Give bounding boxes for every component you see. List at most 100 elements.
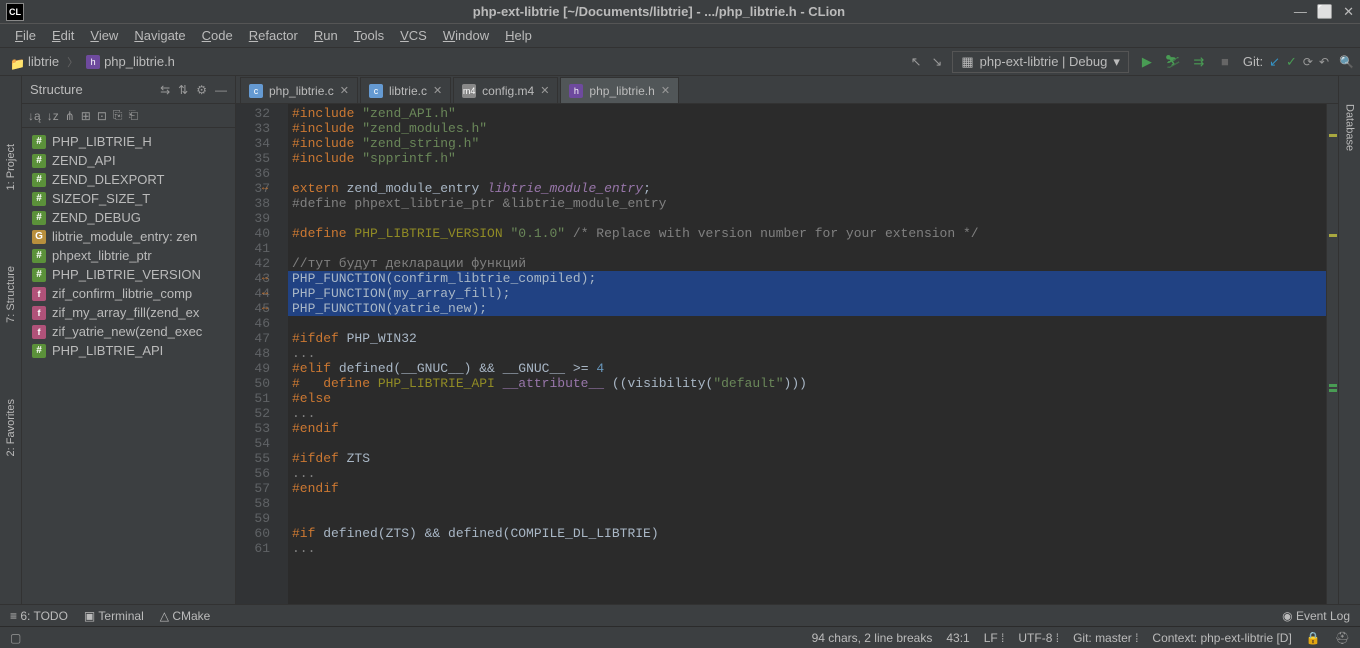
- side-tab-database[interactable]: Database: [1342, 96, 1358, 159]
- tree-item[interactable]: fzif_my_array_fill(zend_ex: [22, 303, 235, 322]
- tree-item[interactable]: #ZEND_DLEXPORT: [22, 170, 235, 189]
- change-marker[interactable]: [1329, 389, 1337, 392]
- menu-view[interactable]: View: [83, 26, 125, 45]
- tab-close-icon[interactable]: ✕: [433, 84, 442, 97]
- app-icon: CL: [6, 3, 24, 21]
- cmake-tab[interactable]: △ CMake: [160, 609, 211, 623]
- nav-back-icon[interactable]: ↖: [911, 54, 922, 70]
- sort-icon[interactable]: ↓ą: [28, 109, 41, 123]
- side-tab-structure[interactable]: 7: Structure: [3, 258, 19, 331]
- context[interactable]: Context: php-ext-libtrie [D]: [1152, 631, 1291, 645]
- chevron-down-icon: ▾: [1113, 54, 1120, 70]
- panel-title: Structure: [30, 82, 83, 97]
- menu-refactor[interactable]: Refactor: [242, 26, 305, 45]
- maximize-icon[interactable]: ⬜: [1317, 4, 1333, 20]
- tree-item[interactable]: fzif_confirm_libtrie_comp: [22, 284, 235, 303]
- debug-icon[interactable]: ⛷: [1165, 54, 1181, 70]
- filter-icon[interactable]: ⋔: [65, 109, 75, 123]
- window-title: php-ext-libtrie [~/Documents/libtrie] - …: [24, 4, 1294, 19]
- breadcrumb-folder[interactable]: libtrie: [6, 52, 63, 71]
- symbol-icon: #: [32, 135, 46, 149]
- tree-item[interactable]: #ZEND_API: [22, 151, 235, 170]
- tree-item[interactable]: #PHP_LIBTRIE_API: [22, 341, 235, 360]
- left-tool-strip: 1: Project 7: Structure 2: Favorites: [0, 76, 22, 604]
- run-icon[interactable]: ▶: [1139, 54, 1155, 70]
- file-icon: h: [569, 84, 583, 98]
- filter3-icon[interactable]: ⊡: [97, 109, 107, 123]
- menu-code[interactable]: Code: [195, 26, 240, 45]
- encoding[interactable]: UTF-8 ⁞: [1018, 631, 1059, 645]
- config-label: php-ext-libtrie | Debug: [980, 54, 1108, 69]
- tree-item[interactable]: #PHP_LIBTRIE_VERSION: [22, 265, 235, 284]
- editor-tab[interactable]: hphp_libtrie.h✕: [560, 77, 679, 103]
- filter2-icon[interactable]: ⊞: [81, 109, 91, 123]
- terminal-tab[interactable]: ▣ Terminal: [84, 609, 144, 623]
- line-separator[interactable]: LF ⁞: [984, 631, 1005, 645]
- bottom-tool-bar: ≡ 6: TODO ▣ Terminal △ CMake ◉ Event Log: [0, 604, 1360, 626]
- tab-close-icon[interactable]: ✕: [661, 84, 670, 97]
- editor-tab[interactable]: clibtrie.c✕: [360, 77, 451, 103]
- code-text[interactable]: #include "zend_API.h"#include "zend_modu…: [288, 104, 1326, 604]
- expand-icon[interactable]: ⇅: [178, 83, 188, 97]
- menu-run[interactable]: Run: [307, 26, 345, 45]
- git-update-icon[interactable]: ↙: [1269, 54, 1280, 70]
- hector-icon[interactable]: ⛑: [1335, 631, 1350, 645]
- side-tab-favorites[interactable]: 2: Favorites: [3, 391, 19, 464]
- run-config-selector[interactable]: ▦ php-ext-libtrie | Debug ▾: [952, 51, 1129, 73]
- tree-item[interactable]: #ZEND_DEBUG: [22, 208, 235, 227]
- change-marker[interactable]: [1329, 384, 1337, 387]
- nav-forward-icon[interactable]: ↘: [931, 54, 942, 70]
- stop-icon[interactable]: ■: [1217, 54, 1233, 70]
- menu-window[interactable]: Window: [436, 26, 496, 45]
- minimize-icon[interactable]: —: [1294, 4, 1307, 20]
- tree-item[interactable]: #PHP_LIBTRIE_H: [22, 132, 235, 151]
- warning-marker[interactable]: [1329, 134, 1337, 137]
- menu-navigate[interactable]: Navigate: [127, 26, 192, 45]
- event-log-tab[interactable]: ◉ Event Log: [1282, 609, 1350, 623]
- menu-help[interactable]: Help: [498, 26, 539, 45]
- sort2-icon[interactable]: ↓z: [47, 109, 59, 123]
- menubar: FileEditViewNavigateCodeRefactorRunTools…: [0, 24, 1360, 48]
- tree-item[interactable]: #SIZEOF_SIZE_T: [22, 189, 235, 208]
- editor-tab[interactable]: cphp_libtrie.c✕: [240, 77, 358, 103]
- editor-tab[interactable]: m4config.m4✕: [453, 77, 558, 103]
- gear-icon[interactable]: ⚙: [196, 83, 207, 97]
- tree-item[interactable]: Glibtrie_module_entry: zen: [22, 227, 235, 246]
- git-revert-icon[interactable]: ↶: [1319, 55, 1329, 69]
- menu-vcs[interactable]: VCS: [393, 26, 434, 45]
- warning-marker[interactable]: [1329, 234, 1337, 237]
- breadcrumb-file[interactable]: h php_libtrie.h: [82, 52, 179, 71]
- git-history-icon[interactable]: ⟳: [1303, 55, 1313, 69]
- status-icon[interactable]: ▢: [10, 631, 21, 645]
- tab-label: config.m4: [482, 84, 534, 98]
- scrollbar-markers[interactable]: [1326, 104, 1338, 604]
- editor-area: cphp_libtrie.c✕clibtrie.c✕m4config.m4✕hp…: [236, 76, 1338, 604]
- git-commit-icon[interactable]: ✓: [1286, 54, 1297, 70]
- breadcrumb: libtrie 〉 h php_libtrie.h: [6, 52, 179, 71]
- tab-close-icon[interactable]: ✕: [540, 84, 549, 97]
- tree-item[interactable]: fzif_yatrie_new(zend_exec: [22, 322, 235, 341]
- chevron-right-icon: 〉: [67, 54, 78, 70]
- collapse-icon[interactable]: ⇆: [160, 83, 170, 97]
- run-coverage-icon[interactable]: ⇉: [1191, 54, 1207, 70]
- selection-info: 94 chars, 2 line breaks: [812, 631, 933, 645]
- git-branch[interactable]: Git: master ⁞: [1073, 631, 1138, 645]
- search-icon[interactable]: 🔍: [1339, 55, 1354, 69]
- tab-close-icon[interactable]: ✕: [340, 84, 349, 97]
- side-tab-project[interactable]: 1: Project: [3, 136, 19, 198]
- symbol-label: PHP_LIBTRIE_VERSION: [52, 267, 201, 282]
- autoscroll2-icon[interactable]: ⎗: [128, 108, 138, 123]
- symbol-icon: #: [32, 211, 46, 225]
- symbol-icon: #: [32, 192, 46, 206]
- menu-tools[interactable]: Tools: [347, 26, 391, 45]
- code-area[interactable]: 323334353637↔383940414243↔44↔45↔46474849…: [236, 104, 1338, 604]
- todo-tab[interactable]: ≡ 6: TODO: [10, 609, 68, 623]
- hide-icon[interactable]: —: [215, 83, 227, 97]
- close-icon[interactable]: ✕: [1343, 4, 1354, 20]
- structure-panel: Structure ⇆ ⇅ ⚙ — ↓ą ↓z ⋔ ⊞ ⊡ ⎘ ⎗ #PHP_L…: [22, 76, 236, 604]
- lock-icon[interactable]: 🔒: [1306, 631, 1321, 645]
- menu-file[interactable]: File: [8, 26, 43, 45]
- autoscroll-icon[interactable]: ⎘: [113, 108, 123, 123]
- tree-item[interactable]: #phpext_libtrie_ptr: [22, 246, 235, 265]
- menu-edit[interactable]: Edit: [45, 26, 81, 45]
